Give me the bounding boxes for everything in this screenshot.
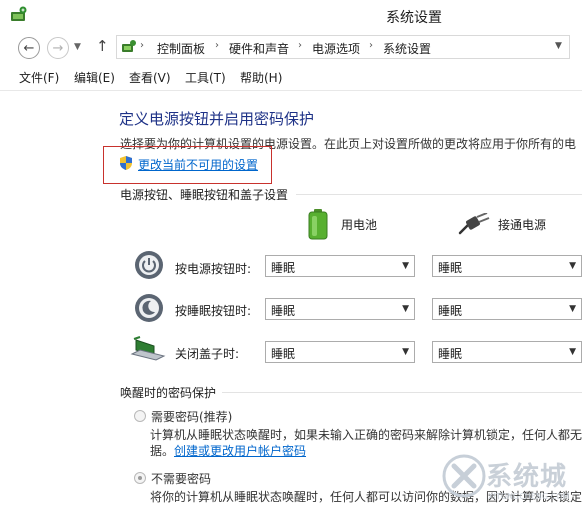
battery-icon xyxy=(308,209,328,240)
address-dropdown-chevron-icon[interactable]: ▼ xyxy=(555,41,562,51)
power-button-icon xyxy=(135,251,163,279)
sleep-button-plugged-select[interactable]: 睡眠 ▼ xyxy=(432,298,582,320)
menu-help[interactable]: 帮助(H) xyxy=(240,69,282,86)
chevron-down-icon: ▼ xyxy=(402,304,409,314)
power-button-battery-select[interactable]: 睡眠 ▼ xyxy=(265,255,415,277)
chevron-down-icon: ▼ xyxy=(569,347,576,357)
require-password-description-cont: 据。 xyxy=(150,444,175,458)
chevron-down-icon: ▼ xyxy=(569,261,576,271)
laptop-lid-icon xyxy=(130,336,166,361)
section-divider xyxy=(296,194,582,195)
close-lid-battery-select[interactable]: 睡眠 ▼ xyxy=(265,341,415,363)
breadcrumb-item-power-options[interactable]: 电源选项 xyxy=(312,40,360,57)
select-value: 睡眠 xyxy=(271,347,296,361)
title-bar: 系统设置 xyxy=(0,0,582,32)
create-change-password-link[interactable]: 创建或更改用户帐户密码 xyxy=(174,442,306,459)
section-divider xyxy=(222,392,582,393)
power-plug-icon xyxy=(458,213,490,235)
menu-divider xyxy=(0,90,582,91)
breadcrumb-separator: › xyxy=(369,40,373,51)
breadcrumb-item-control-panel[interactable]: 控制面板 xyxy=(157,40,205,57)
column-header-battery: 用电池 xyxy=(341,218,378,232)
select-value: 睡眠 xyxy=(271,261,296,275)
select-value: 睡眠 xyxy=(438,304,463,318)
select-value: 睡眠 xyxy=(438,347,463,361)
chevron-down-icon: ▼ xyxy=(402,261,409,271)
menu-file[interactable]: 文件(F) xyxy=(19,69,59,86)
require-password-description: 计算机从睡眠状态唤醒时，如果未输入正确的密码来解除计算机锁定，任何人都无 xyxy=(150,428,582,442)
row-label-power-button: 按电源按钮时: xyxy=(175,262,252,276)
watermark-text: 系统城 xyxy=(486,462,568,492)
close-lid-plugged-select[interactable]: 睡眠 ▼ xyxy=(432,341,582,363)
password-section-title: 唤醒时的密码保护 xyxy=(120,386,217,400)
breadcrumb-separator: › xyxy=(140,40,144,51)
menu-tools[interactable]: 工具(T) xyxy=(185,69,226,86)
require-password-radio[interactable] xyxy=(134,410,146,422)
column-header-plugged-in: 接通电源 xyxy=(498,218,547,232)
select-value: 睡眠 xyxy=(438,261,463,275)
watermark-logo: 系统城 XITONGCHENG.COM xyxy=(438,452,582,521)
control-panel-icon xyxy=(122,40,136,52)
select-value: 睡眠 xyxy=(271,304,296,318)
page-title: 定义电源按钮并启用密码保护 xyxy=(119,110,315,128)
breadcrumb-item-system-settings[interactable]: 系统设置 xyxy=(383,40,431,57)
chevron-down-icon: ▼ xyxy=(569,304,576,314)
row-label-sleep-button: 按睡眠按钮时: xyxy=(175,304,252,318)
up-button[interactable]: ↑ xyxy=(96,37,109,55)
menu-view[interactable]: 查看(V) xyxy=(129,69,171,86)
window-title: 系统设置 xyxy=(386,10,442,26)
uac-shield-icon xyxy=(120,156,132,170)
breadcrumb-separator: › xyxy=(298,40,302,51)
breadcrumb-item-hardware-sound[interactable]: 硬件和声音 xyxy=(229,40,289,57)
watermark-subtext: XITONGCHENG.COM xyxy=(488,492,570,501)
watermark-x-icon xyxy=(442,454,486,498)
row-label-close-lid: 关闭盖子时: xyxy=(175,347,240,361)
forward-button[interactable]: → xyxy=(47,37,69,59)
no-password-radio[interactable] xyxy=(134,472,146,484)
power-options-icon xyxy=(11,6,27,21)
buttons-section-title: 电源按钮、睡眠按钮和盖子设置 xyxy=(120,188,289,202)
back-button[interactable]: ← xyxy=(18,37,40,59)
power-button-plugged-select[interactable]: 睡眠 ▼ xyxy=(432,255,582,277)
sleep-button-battery-select[interactable]: 睡眠 ▼ xyxy=(265,298,415,320)
menu-edit[interactable]: 编辑(E) xyxy=(74,69,115,86)
require-password-label: 需要密码(推荐) xyxy=(151,410,233,424)
recent-locations-chevron-down-icon[interactable]: ▼ xyxy=(74,42,81,52)
breadcrumb-separator: › xyxy=(215,40,219,51)
chevron-down-icon: ▼ xyxy=(402,347,409,357)
sleep-button-icon xyxy=(135,294,163,322)
change-unavailable-settings-link[interactable]: 更改当前不可用的设置 xyxy=(138,156,258,173)
no-password-label: 不需要密码 xyxy=(151,472,212,486)
